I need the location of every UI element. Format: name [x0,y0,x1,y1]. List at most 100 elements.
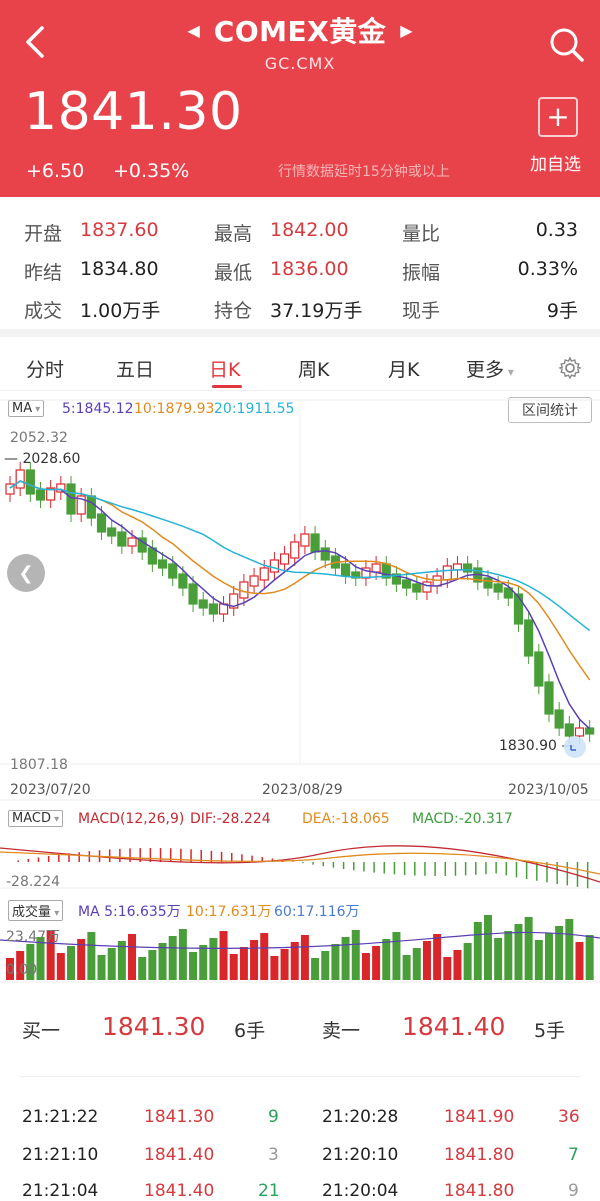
candle [585,727,595,735]
macd-params: MACD(12,26,9) [78,811,185,827]
plus-icon: + [546,100,570,133]
candle [279,553,290,565]
volume-bar [463,943,472,980]
crosshair-handle-icon[interactable] [563,735,587,759]
volume-bar [300,935,309,980]
candle [534,651,544,687]
candle [371,563,381,573]
volume-indicator-selector[interactable]: 成交量 ▾ [8,900,64,921]
macd-indicator-selector[interactable]: MACD ▾ [8,810,64,827]
settings-gear-icon[interactable] [558,356,582,380]
candle [168,563,178,579]
volume-bar [189,952,198,980]
volume-bar [56,953,65,980]
volume-bar [178,929,187,980]
candle [442,565,452,581]
volume-bar [209,938,218,980]
price-change-pct: +0.35% [113,160,190,182]
volume-bar [412,948,421,980]
prev-instrument-icon[interactable]: ◀ [187,21,199,40]
volume-bar [473,922,482,980]
macd-value: MACD:-20.317 [412,811,513,827]
tab-more[interactable]: 更多 ▾ [466,355,514,382]
volume-bar [219,931,228,980]
volume-bar [128,934,137,980]
volume-bar [483,915,492,980]
search-icon[interactable] [546,24,586,64]
candle [493,583,503,593]
candle [452,563,463,571]
dropdown-caret-icon: ▾ [504,365,514,379]
bid-price: 1841.30 [102,1012,206,1041]
candle [249,575,259,587]
volume-bar [138,957,147,980]
candle [208,603,218,615]
stat-turnover: 成交 1.00万手 [24,300,161,322]
back-arrow-icon[interactable] [18,24,54,60]
candle [15,469,25,489]
volume-bar [372,946,381,980]
volume-bar [341,937,350,980]
candle [402,579,412,589]
date-label-mid: 2023/08/29 [262,782,343,798]
volume-bar [87,932,96,980]
vol-ma10: 10:17.631万 [186,904,272,920]
add-watchlist-button[interactable]: + [538,97,578,137]
volume-bar [494,938,503,980]
stat-high: 最高 1842.00 [214,219,349,245]
date-label-end: 2023/10/05 [508,782,589,798]
volume-bar [565,919,574,980]
candle [86,495,96,519]
add-watchlist-label[interactable]: 加自选 [530,150,581,175]
volume-bar [280,949,289,980]
candle [117,531,127,547]
delay-note: 行情数据延时15分钟或以上 [278,164,450,180]
bid-label: 买一 [22,1020,61,1042]
volume-bar [311,958,320,980]
volume-bar [433,934,442,980]
quote-header: ◀ COMEX黄金 ▶ GC.CMX 1841.30 +6.50 +0.35% … [0,0,600,197]
tab-weekly-k[interactable]: 周K [298,355,329,382]
instrument-title: ◀ COMEX黄金 ▶ GC.CMX [150,10,450,73]
volume-bar [158,943,167,980]
stat-open: 开盘 1837.60 [24,219,159,245]
tab-monthly-k[interactable]: 月K [388,355,419,382]
volume-bar [402,955,411,980]
stat-low: 最低 1836.00 [214,258,349,284]
volume-bar [422,941,431,980]
candle [513,593,524,625]
chart-period-tabs: 分时 五日 日K 周K 月K 更多 ▾ [0,345,600,391]
high-price-marker: — 2028.60 [4,451,81,467]
scroll-left-button[interactable]: ❮ [7,554,45,592]
tab-intraday[interactable]: 分时 [26,355,64,382]
volume-bar [443,957,452,980]
volume-bar [331,944,340,980]
volume-bar [107,948,116,980]
volume-bar [453,950,462,980]
tab-daily-k[interactable]: 日K [209,355,240,382]
candle [178,573,188,589]
volume-bar [148,950,157,980]
macd-dea: DEA:-18.065 [302,811,390,827]
page-title: COMEX黄金 [213,15,387,48]
active-tab-indicator [212,385,242,388]
tab-five-day[interactable]: 五日 [116,355,154,382]
vol-ma60: 60:17.116万 [274,904,360,920]
volume-bar [534,940,543,980]
volume-bar [361,953,370,980]
candle [524,619,534,657]
candle [483,577,493,589]
volume-bar [168,936,177,980]
vol-ma5: MA 5:16.635万 [78,904,181,920]
volume-bar [392,932,401,980]
candle [290,541,300,559]
macd-dea-line [0,851,600,875]
stat-current-lot: 现手 9手 [402,300,578,322]
candle [300,533,310,547]
stat-open-interest: 持仓 37.19万手 [214,300,363,322]
next-instrument-icon[interactable]: ▶ [400,21,412,40]
stat-amplitude: 振幅 0.33% [402,258,578,284]
date-label-start: 2023/07/20 [10,782,91,798]
ask-price: 1841.40 [402,1012,506,1041]
volume-bar [270,956,279,980]
